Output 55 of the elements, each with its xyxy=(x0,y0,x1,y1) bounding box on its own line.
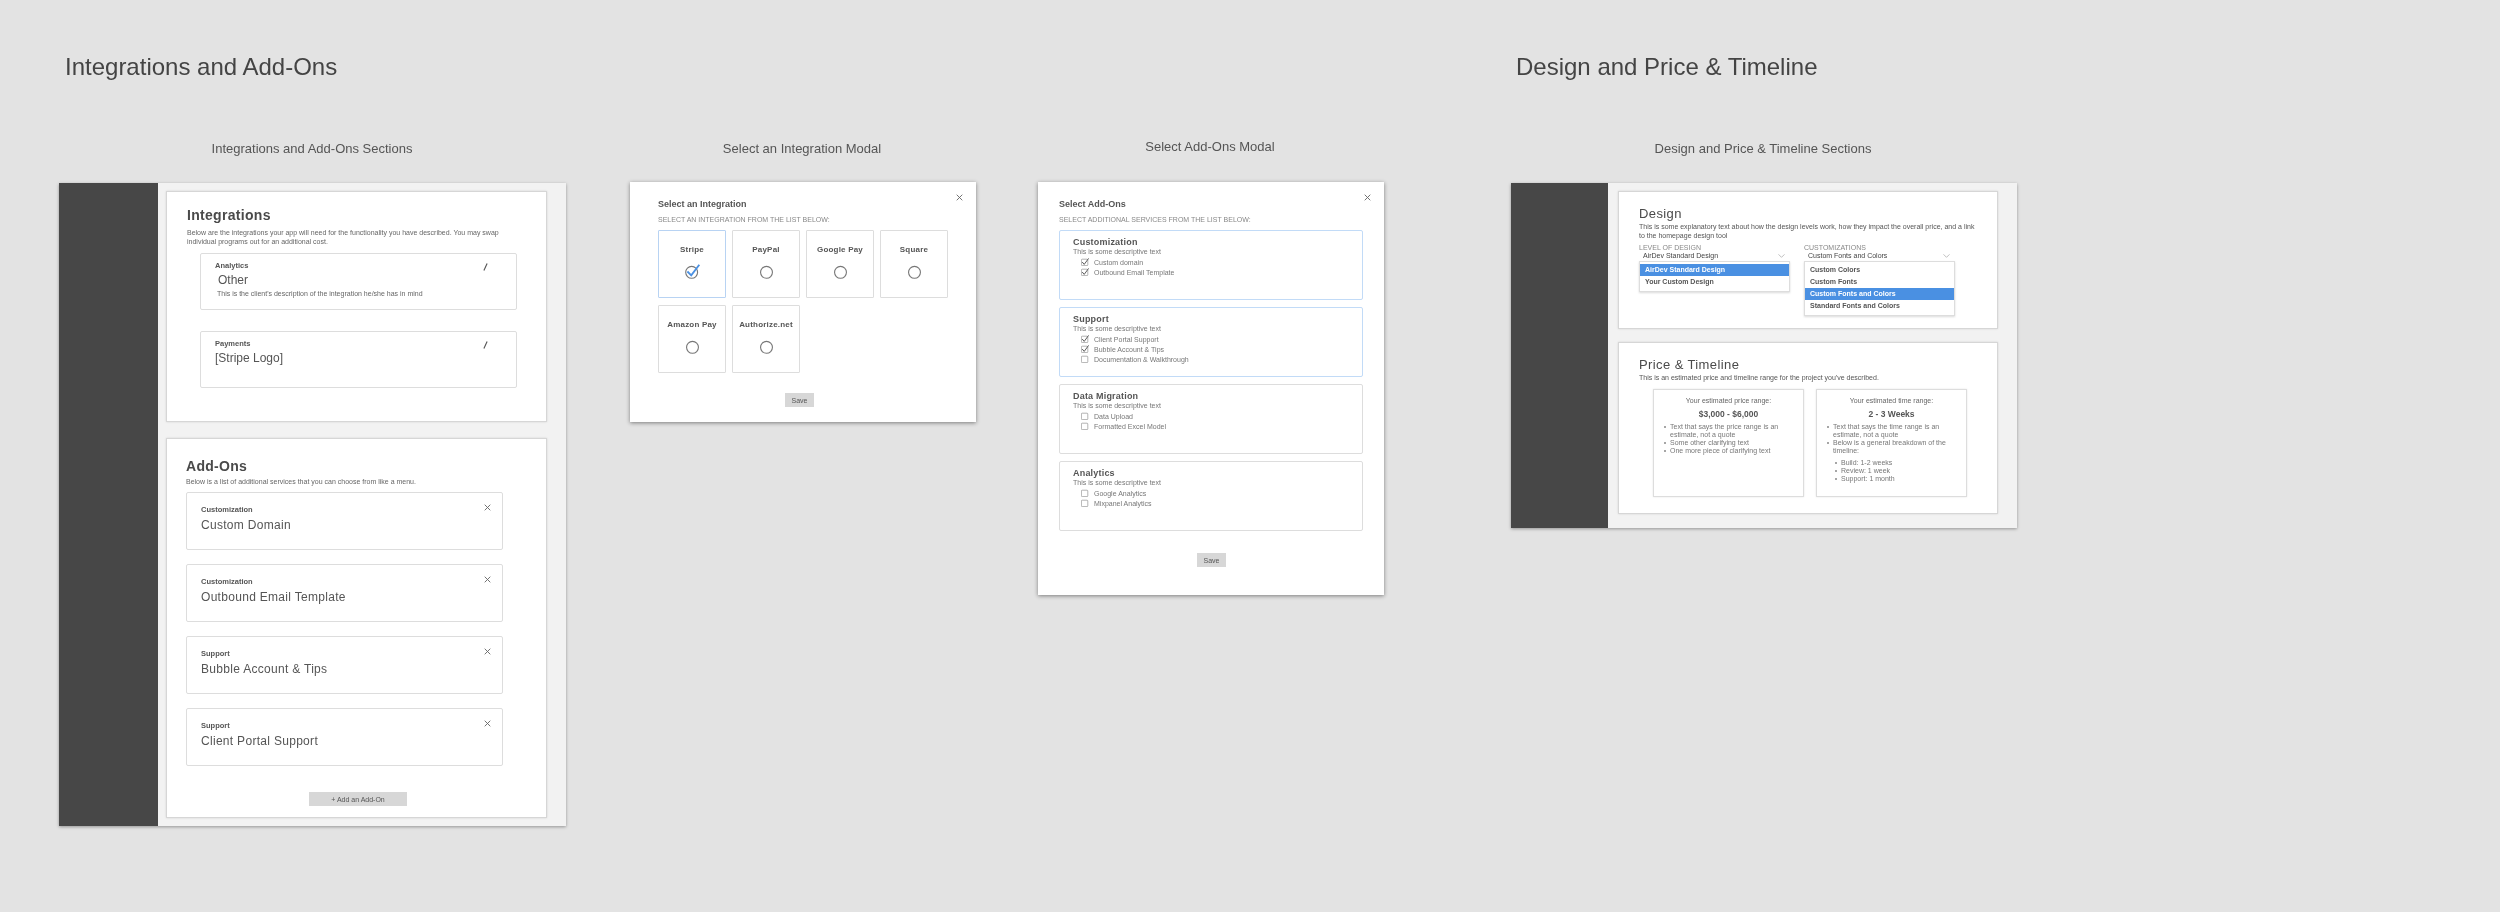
group-title: Customization xyxy=(1073,237,1139,247)
checked-checkbox[interactable] xyxy=(1081,345,1089,353)
pencil-icon[interactable] xyxy=(483,263,488,271)
modal-title: Select Add-Ons xyxy=(1059,199,1127,209)
radio-icon xyxy=(683,338,701,355)
checkbox[interactable] xyxy=(1081,499,1089,507)
add-on-name: Client Portal Support xyxy=(201,733,319,748)
close-icon[interactable] xyxy=(1364,194,1371,201)
integration-option[interactable]: Square xyxy=(880,230,948,298)
estimate-value: 2 - 3 Weeks xyxy=(1867,408,1916,419)
checked-checkbox[interactable] xyxy=(1081,268,1089,276)
pencil-icon[interactable] xyxy=(483,341,488,349)
close-icon[interactable] xyxy=(956,194,963,201)
integration-option[interactable]: Stripe xyxy=(658,230,726,298)
artboard-label: Integrations and Add-Ons Sections xyxy=(211,141,413,156)
radio-icon xyxy=(905,263,923,280)
section-title: Integrations xyxy=(187,207,272,223)
integration-option[interactable]: PayPal xyxy=(732,230,800,298)
checkbox[interactable] xyxy=(1081,355,1089,363)
integration-name: [Stripe Logo] xyxy=(215,351,284,365)
artboard-label: Design and Price & Timeline Sections xyxy=(1654,141,1872,156)
radio-icon xyxy=(831,263,849,280)
artboard-label: Select Add-Ons Modal xyxy=(1145,139,1275,154)
integration-option[interactable]: Google Pay xyxy=(806,230,874,298)
estimate-value: $3,000 - $6,000 xyxy=(1697,408,1760,419)
group-title: Data Migration xyxy=(1073,391,1140,401)
close-icon[interactable] xyxy=(484,719,491,727)
integration-option[interactable]: Amazon Pay xyxy=(658,305,726,373)
section-title: Add-Ons xyxy=(186,458,249,474)
group-title: Analytics xyxy=(1073,468,1116,478)
close-icon[interactable] xyxy=(484,647,491,655)
canvas-heading: Design and Price & Timeline xyxy=(1516,53,1818,81)
close-icon[interactable] xyxy=(484,575,491,583)
add-on-name: Bubble Account & Tips xyxy=(201,661,328,676)
radio-icon xyxy=(757,338,775,355)
add-on-name: Outbound Email Template xyxy=(201,589,346,604)
integration-option[interactable]: Authorize.net xyxy=(732,305,800,373)
artboard-label: Select an Integration Modal xyxy=(722,141,882,156)
chevron-down-icon xyxy=(1778,253,1785,258)
radio-icon xyxy=(757,263,775,280)
section-title: Design xyxy=(1639,206,1683,221)
add-on-name: Custom Domain xyxy=(201,517,291,532)
group-title: Support xyxy=(1073,314,1110,324)
checked-checkbox[interactable] xyxy=(1081,258,1089,266)
checked-radio-icon xyxy=(683,263,701,280)
modal-title: Select an Integration xyxy=(658,199,748,209)
checkbox[interactable] xyxy=(1081,422,1089,430)
integration-name: Other xyxy=(217,273,248,287)
section-title: Price & Timeline xyxy=(1639,357,1741,372)
checkbox[interactable] xyxy=(1081,412,1089,420)
chevron-down-icon xyxy=(1943,253,1950,258)
close-icon[interactable] xyxy=(484,503,491,511)
checked-checkbox[interactable] xyxy=(1081,335,1089,343)
checkbox[interactable] xyxy=(1081,489,1089,497)
canvas-heading: Integrations and Add-Ons xyxy=(65,53,338,81)
